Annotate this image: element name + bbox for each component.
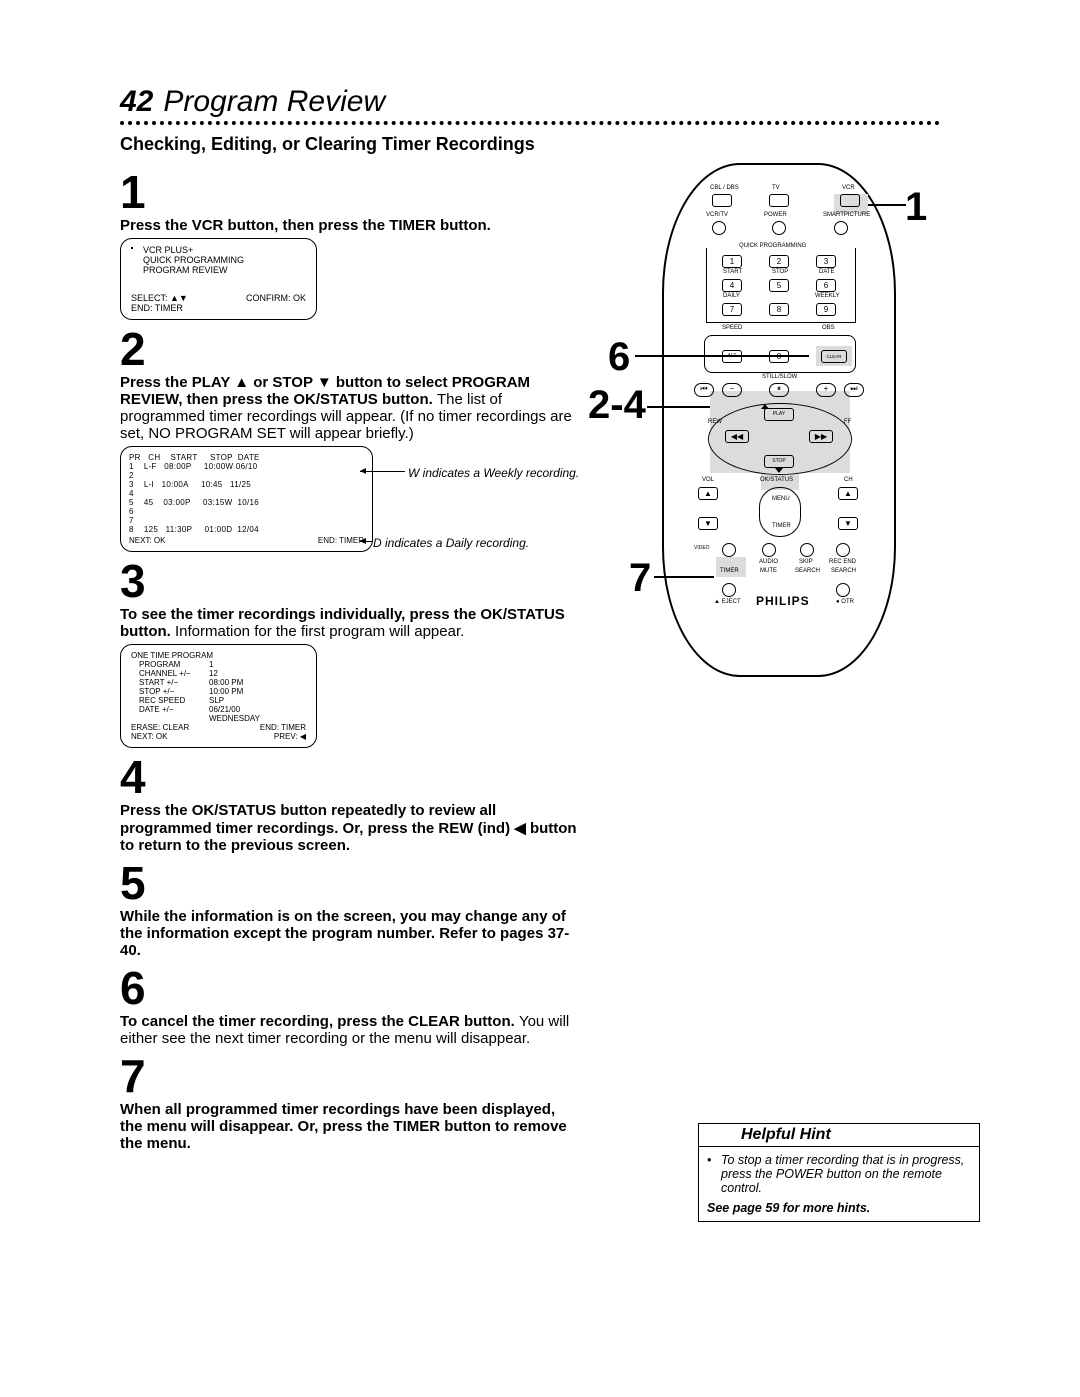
- remote-illustration-column: 1 6 2-4 7 CBL / DBS TV: [580, 163, 980, 1152]
- osd-screen-program-list: PR CH START STOP DATE 1 L-F 08:00P 10:00…: [120, 446, 373, 552]
- remote-key-1[interactable]: 1: [722, 255, 742, 268]
- osd-screen-program-detail: ONE TIME PROGRAM PROGRAM1 CHANNEL +/−12 …: [120, 644, 317, 748]
- helpful-hint-header: Helpful Hint: [699, 1124, 979, 1147]
- step-1-number: 1: [120, 169, 580, 215]
- remote-key-5[interactable]: 5: [769, 279, 789, 292]
- callout-1: 1: [905, 185, 927, 230]
- remote-key-7[interactable]: 7: [722, 303, 742, 316]
- remote-key-vol-up[interactable]: ▲: [698, 487, 718, 500]
- remote-key-2[interactable]: 2: [769, 255, 789, 268]
- step-4-number: 4: [120, 754, 580, 800]
- helpful-hint-body: To stop a timer recording that is in pro…: [699, 1147, 979, 1201]
- remote-key-ff[interactable]: ▶▶: [809, 430, 833, 443]
- remote-key-ch-down[interactable]: ▼: [838, 517, 858, 530]
- dotted-rule: [120, 121, 940, 126]
- step-3-text-rest: Information for the first program will a…: [175, 623, 464, 640]
- remote-control-illustration: CBL / DBS TV VCR VCR/TV POWER SMARTPICTU…: [662, 163, 896, 677]
- remote-key-rew[interactable]: ◀◀: [725, 430, 749, 443]
- remote-key-alt[interactable]: ALT: [722, 350, 742, 363]
- step-2-number: 2: [120, 326, 580, 372]
- step-1-text: Press the VCR button, then press the TIM…: [120, 217, 491, 234]
- step-6-text-bold: To cancel the timer recording, press the…: [120, 1013, 519, 1030]
- step-3-number: 3: [120, 558, 580, 604]
- step-4-text: Press the OK/STATUS button repeatedly to…: [120, 802, 577, 854]
- remote-key-0[interactable]: 0: [769, 350, 789, 363]
- helpful-hint-footer: See page 59 for more hints.: [699, 1201, 979, 1221]
- note-weekly: W indicates a Weekly recording.: [408, 466, 579, 480]
- callout-6: 6: [608, 335, 630, 380]
- remote-key-9[interactable]: 9: [816, 303, 836, 316]
- remote-key-play[interactable]: PLAY: [764, 408, 794, 421]
- philips-brand: PHILIPS: [756, 594, 810, 608]
- helpful-hint-box: Helpful Hint To stop a timer recording t…: [698, 1123, 980, 1222]
- remote-key-ch-up[interactable]: ▲: [838, 487, 858, 500]
- instructions-column: 1 Press the VCR button, then press the T…: [120, 163, 580, 1152]
- osd-screen-menu: VCR PLUS+ QUICK PROGRAMMING PROGRAM REVI…: [120, 238, 317, 320]
- page-title-row: 42 Program Review: [120, 85, 980, 119]
- step-5-text: While the information is on the screen, …: [120, 908, 569, 959]
- remote-key-8[interactable]: 8: [769, 303, 789, 316]
- note-daily: D indicates a Daily recording.: [373, 536, 529, 550]
- page-title: Program Review: [163, 85, 385, 119]
- step-7-text: When all programmed timer recordings hav…: [120, 1101, 567, 1152]
- remote-key-6[interactable]: 6: [816, 279, 836, 292]
- remote-key-stop[interactable]: STOP: [764, 455, 794, 468]
- step-5-number: 5: [120, 860, 580, 906]
- step-6-number: 6: [120, 965, 580, 1011]
- remote-key-vol-down[interactable]: ▼: [698, 517, 718, 530]
- subtitle: Checking, Editing, or Clearing Timer Rec…: [120, 134, 980, 155]
- callout-7: 7: [629, 556, 651, 601]
- remote-key-4[interactable]: 4: [722, 279, 742, 292]
- remote-key-clear[interactable]: CLEAR: [821, 350, 847, 363]
- page-number: 42: [120, 85, 153, 119]
- step-7-number: 7: [120, 1053, 580, 1099]
- callout-2-4: 2-4: [588, 383, 646, 428]
- remote-key-3[interactable]: 3: [816, 255, 836, 268]
